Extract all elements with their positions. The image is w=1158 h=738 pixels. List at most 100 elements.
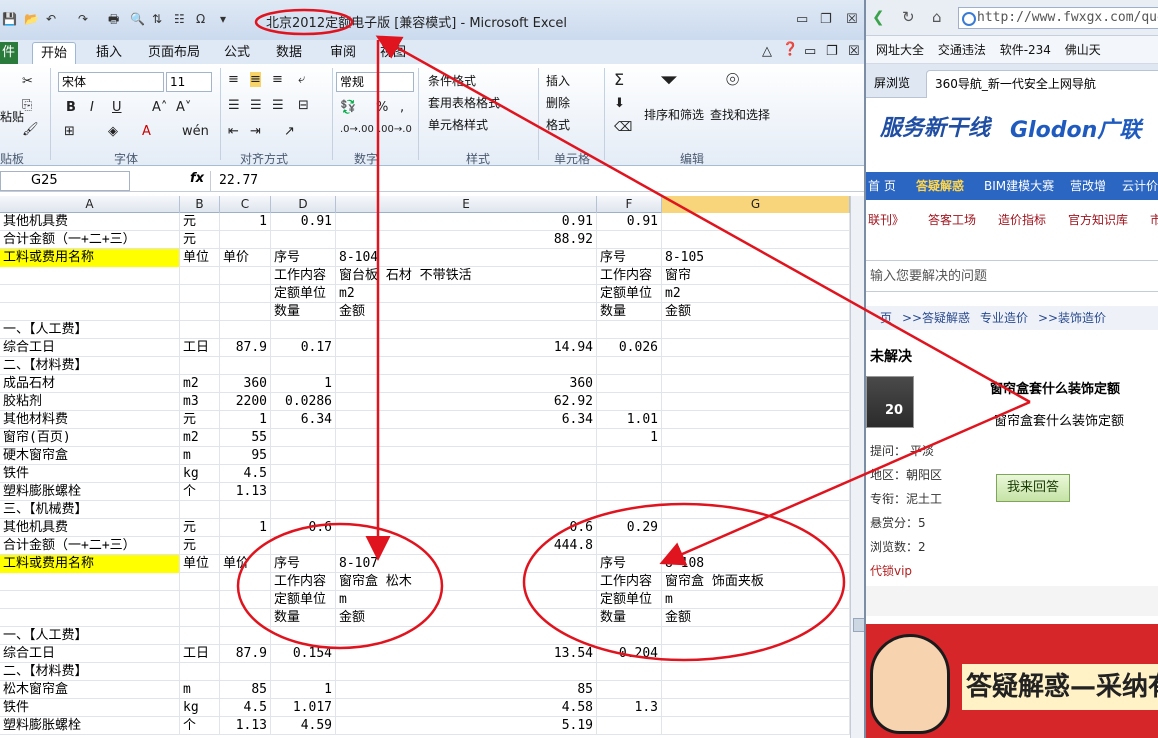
cell-f[interactable] xyxy=(597,375,662,393)
favorite-link[interactable]: 网址大全 xyxy=(876,36,924,63)
cell-e[interactable] xyxy=(336,465,597,483)
binoculars-icon[interactable]: ⌾ xyxy=(726,68,739,93)
cell-d[interactable]: 数量 xyxy=(271,303,336,321)
cell-d[interactable]: 0.6 xyxy=(271,519,336,537)
percent-icon[interactable]: % xyxy=(376,100,388,115)
comma-icon[interactable]: , xyxy=(400,100,404,115)
cell-a[interactable] xyxy=(0,609,180,627)
cell-d[interactable]: 6.34 xyxy=(271,411,336,429)
conditional-format-button[interactable]: 条件格式 xyxy=(428,72,476,89)
cell-b[interactable] xyxy=(180,627,220,645)
cell-e[interactable]: 444.8 xyxy=(336,537,597,555)
nav-item[interactable]: 首 页 xyxy=(868,172,896,200)
cell-f[interactable] xyxy=(597,447,662,465)
cell-e[interactable]: m2 xyxy=(336,285,597,303)
cell-a[interactable]: 综合工日 xyxy=(0,645,180,663)
cell-f[interactable] xyxy=(597,663,662,681)
align-left-icon[interactable]: ☰ xyxy=(228,98,240,113)
grow-font-icon[interactable]: A˄ xyxy=(152,100,167,115)
format-painter-icon[interactable]: 🖌 xyxy=(22,122,39,137)
cell-a[interactable]: 成品石材 xyxy=(0,375,180,393)
merge-icon[interactable]: ⊟ xyxy=(298,98,309,113)
cell-b[interactable]: 元 xyxy=(180,213,220,231)
cell-a[interactable]: 其他机具费 xyxy=(0,519,180,537)
cell-d[interactable]: 数量 xyxy=(271,609,336,627)
cell-g[interactable] xyxy=(662,321,850,339)
cell-d[interactable]: 工作内容 xyxy=(271,267,336,285)
cell-c[interactable] xyxy=(220,303,271,321)
cell-b[interactable] xyxy=(180,609,220,627)
cell-f[interactable]: 工作内容 xyxy=(597,573,662,591)
cell-d[interactable] xyxy=(271,321,336,339)
tab-home[interactable]: 开始 xyxy=(32,42,77,64)
cell-a[interactable]: 胶粘剂 xyxy=(0,393,180,411)
align-icon[interactable]: ☷ xyxy=(174,12,188,26)
breadcrumb-item[interactable]: 页 xyxy=(880,306,892,330)
cell-g[interactable]: 8-108 xyxy=(662,555,850,573)
subnav-item[interactable]: 市 xyxy=(1150,206,1158,234)
bold-icon[interactable]: B xyxy=(66,100,76,115)
cell-g[interactable] xyxy=(662,699,850,717)
cell-d[interactable] xyxy=(271,231,336,249)
table-format-button[interactable]: 套用表格格式 xyxy=(428,94,500,111)
question-search-input[interactable]: 输入您要解决的问题 xyxy=(866,260,1158,292)
cell-a[interactable]: 铁件 xyxy=(0,699,180,717)
subnav-item[interactable]: 答客工场 xyxy=(928,206,976,234)
align-right-icon[interactable]: ☰ xyxy=(272,98,284,113)
site-logo[interactable]: 服务新干线 xyxy=(880,110,990,142)
cell-e[interactable]: 金额 xyxy=(336,609,597,627)
align-center-icon[interactable]: ☰ xyxy=(250,98,262,113)
cell-c[interactable] xyxy=(220,573,271,591)
cell-c[interactable]: 1 xyxy=(220,519,271,537)
open-icon[interactable]: 📂 xyxy=(24,12,39,26)
cell-b[interactable]: 元 xyxy=(180,411,220,429)
cell-c[interactable]: 单价 xyxy=(220,249,271,267)
cell-a[interactable]: 合计金额（一+二+三） xyxy=(0,231,180,249)
border-icon[interactable]: ⊞ xyxy=(64,124,75,139)
cell-d[interactable] xyxy=(271,429,336,447)
cell-g[interactable]: 8-105 xyxy=(662,249,850,267)
sort-icon[interactable]: ⇅ xyxy=(152,12,166,26)
col-header-f[interactable]: F xyxy=(597,196,662,213)
orientation-icon[interactable]: ↗ xyxy=(284,124,295,139)
cell-e[interactable] xyxy=(336,447,597,465)
cell-a[interactable]: 塑料膨胀螺栓 xyxy=(0,717,180,735)
tab-formulas[interactable]: 公式 xyxy=(216,42,258,64)
cell-f[interactable]: 0.026 xyxy=(597,339,662,357)
symbol-icon[interactable]: Ω xyxy=(196,12,210,26)
fill-icon[interactable]: ⬇ xyxy=(614,96,625,111)
cell-c[interactable]: 87.9 xyxy=(220,645,271,663)
cell-b[interactable] xyxy=(180,573,220,591)
font-size-select[interactable]: 11 xyxy=(166,72,212,92)
cell-c[interactable]: 1.13 xyxy=(220,483,271,501)
cell-d[interactable] xyxy=(271,447,336,465)
cell-e[interactable]: 62.92 xyxy=(336,393,597,411)
cell-e[interactable] xyxy=(336,663,597,681)
restore-button[interactable]: ❐ xyxy=(820,12,832,27)
cell-f[interactable]: 1.3 xyxy=(597,699,662,717)
cell-b[interactable] xyxy=(180,357,220,375)
cell-d[interactable] xyxy=(271,537,336,555)
cell-a[interactable]: 三、【机械费】 xyxy=(0,501,180,519)
cell-c[interactable]: 55 xyxy=(220,429,271,447)
cell-b[interactable] xyxy=(180,663,220,681)
cell-g[interactable] xyxy=(662,501,850,519)
cell-d[interactable]: 0.17 xyxy=(271,339,336,357)
cell-d[interactable] xyxy=(271,663,336,681)
cell-d[interactable]: 0.91 xyxy=(271,213,336,231)
cell-c[interactable] xyxy=(220,627,271,645)
cell-b[interactable]: m xyxy=(180,447,220,465)
nav-item[interactable]: 营改增 xyxy=(1070,172,1106,200)
minimize-button[interactable]: ▭ xyxy=(796,12,808,27)
nav-item[interactable]: BIM建模大赛 xyxy=(984,172,1054,200)
cell-b[interactable]: 个 xyxy=(180,717,220,735)
shrink-font-icon[interactable]: A˅ xyxy=(176,100,191,115)
cell-c[interactable] xyxy=(220,231,271,249)
align-middle-icon[interactable]: ≡ xyxy=(250,72,261,87)
cell-g[interactable] xyxy=(662,357,850,375)
cell-d[interactable]: 工作内容 xyxy=(271,573,336,591)
cell-f[interactable] xyxy=(597,231,662,249)
cell-e[interactable] xyxy=(336,429,597,447)
cell-f[interactable]: 1 xyxy=(597,429,662,447)
cell-d[interactable]: 序号 xyxy=(271,555,336,573)
